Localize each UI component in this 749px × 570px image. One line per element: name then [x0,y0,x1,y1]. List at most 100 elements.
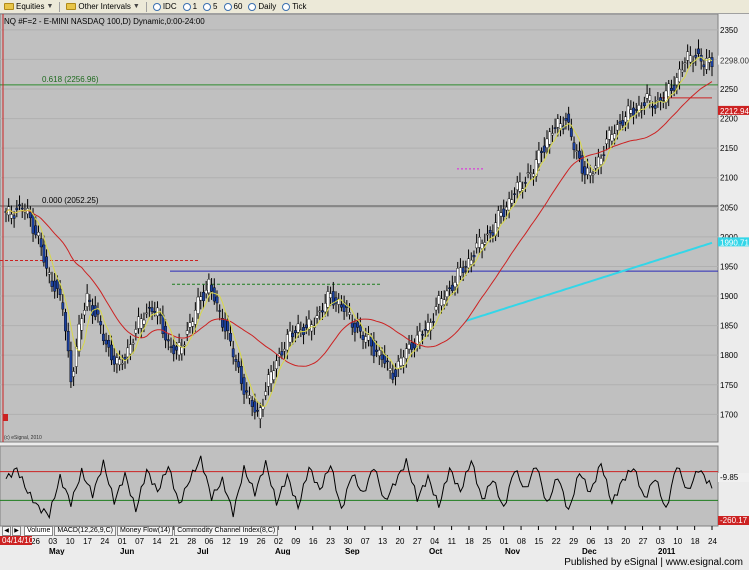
clock-icon [223,2,232,11]
date-tick-label: 20 [621,537,630,546]
clock-icon [282,2,291,11]
candle-body [377,350,381,356]
candle-body [648,95,652,101]
other-intervals-menu[interactable]: Other Intervals ▼ [66,2,140,11]
candle-body [434,306,438,311]
candle-body [253,401,257,413]
date-tick-label: 28 [187,537,196,546]
candle-body [545,138,549,148]
interval-1-button[interactable]: 1 [182,2,198,11]
candle-body [58,288,62,296]
interval-label: 1 [192,2,198,11]
candle-body [231,348,235,358]
candle-body [45,256,48,269]
interval-label: Tick [292,2,307,11]
candle-body [502,208,506,217]
price-tick-label: 1750 [720,381,738,390]
candle-body [388,368,392,371]
candle-body [212,287,216,302]
candle-body [199,296,203,301]
indicator-panel [0,445,719,527]
interval-5-button[interactable]: 5 [203,2,218,11]
tab-prev-button[interactable]: ◀ [2,526,11,536]
candle-body [80,318,84,331]
month-label: Nov [505,547,521,555]
candle-body [10,214,13,219]
equities-label: Equities [16,2,45,11]
date-tick-label: 07 [135,537,144,546]
date-tick-label: 13 [604,537,613,546]
candle-body [453,282,457,288]
candle-body [421,334,424,336]
other-intervals-label: Other Intervals [78,2,131,11]
candle-body [180,347,184,354]
date-tick-label: 14 [153,537,162,546]
long-ma-price-tag-text: 1990.71 [720,238,749,247]
candle-body [477,236,481,248]
price-chart[interactable]: 1700175018001850190019502000205021002150… [0,14,749,555]
interval-daily-button[interactable]: Daily [248,2,276,11]
candle-body [37,232,40,236]
tab-macd[interactable]: MACD(12,26,9,C) [54,526,116,536]
candle-body [464,266,468,268]
candle-body [675,77,679,86]
toolbar: Equities ▼ Other Intervals ▼ IDC 1 5 60 … [0,0,749,14]
candle-body [142,319,146,325]
candle-body [702,64,706,68]
dropdown-arrow-icon: ▼ [46,3,54,10]
candle-body [356,321,360,328]
date-tick-label: 19 [239,537,248,546]
candle-body [256,409,259,412]
candle-body [269,371,273,384]
candle-body [459,267,462,277]
candle-body [594,165,598,169]
candle-body [115,357,119,365]
price-tick-label: 1800 [720,351,738,360]
candle-body [548,131,552,145]
tab-cci[interactable]: Commodity Channel Index(8,C) [174,526,279,536]
candle-body [624,116,627,123]
candle-body [248,395,251,399]
interval-label: 60 [233,2,243,11]
start-date-label: 04/14/10 [2,536,34,545]
tab-next-button[interactable]: ▶ [12,526,21,536]
candle-body [380,354,384,360]
candle-body [615,124,619,131]
candle-body [505,206,508,211]
candle-body [150,307,154,312]
equities-menu[interactable]: Equities ▼ [4,2,53,11]
candle-body [50,280,54,287]
fib-000-label: 0.000 (2052.25) [42,196,99,205]
candle-body [602,154,606,156]
candle-body [618,121,622,124]
candle-body [191,321,195,327]
tab-volume[interactable]: Volume [24,526,54,536]
candle-body [77,323,81,352]
fib-618-label: 0.618 (2256.96) [42,75,99,84]
candle-body [437,295,441,305]
candle-body [321,310,324,313]
interval-tick-button[interactable]: Tick [282,2,307,11]
candle-body [491,232,495,236]
candle-body [564,118,568,121]
candle-body [218,310,222,312]
interval-idc-button[interactable]: IDC [152,2,177,11]
candle-body [426,322,430,331]
candle-body [626,105,630,121]
tab-money-flow[interactable]: Money Flow(14) [117,526,174,536]
clock-icon [182,2,191,11]
candle-body [234,359,238,362]
indicator-tag-bottom-text: -260.17 [720,516,748,525]
date-tick-label: 01 [500,537,509,546]
candle-body [196,296,200,314]
candle-body [304,324,308,328]
watermark: (c) eSignal, 2010 [4,435,42,441]
candle-body [431,321,435,323]
candle-body [486,233,489,236]
interval-60-button[interactable]: 60 [223,2,243,11]
candle-body [607,130,611,140]
toolbar-divider [145,1,147,12]
candle-body [245,390,249,393]
candle-body [507,198,511,211]
candle-body [621,120,625,126]
